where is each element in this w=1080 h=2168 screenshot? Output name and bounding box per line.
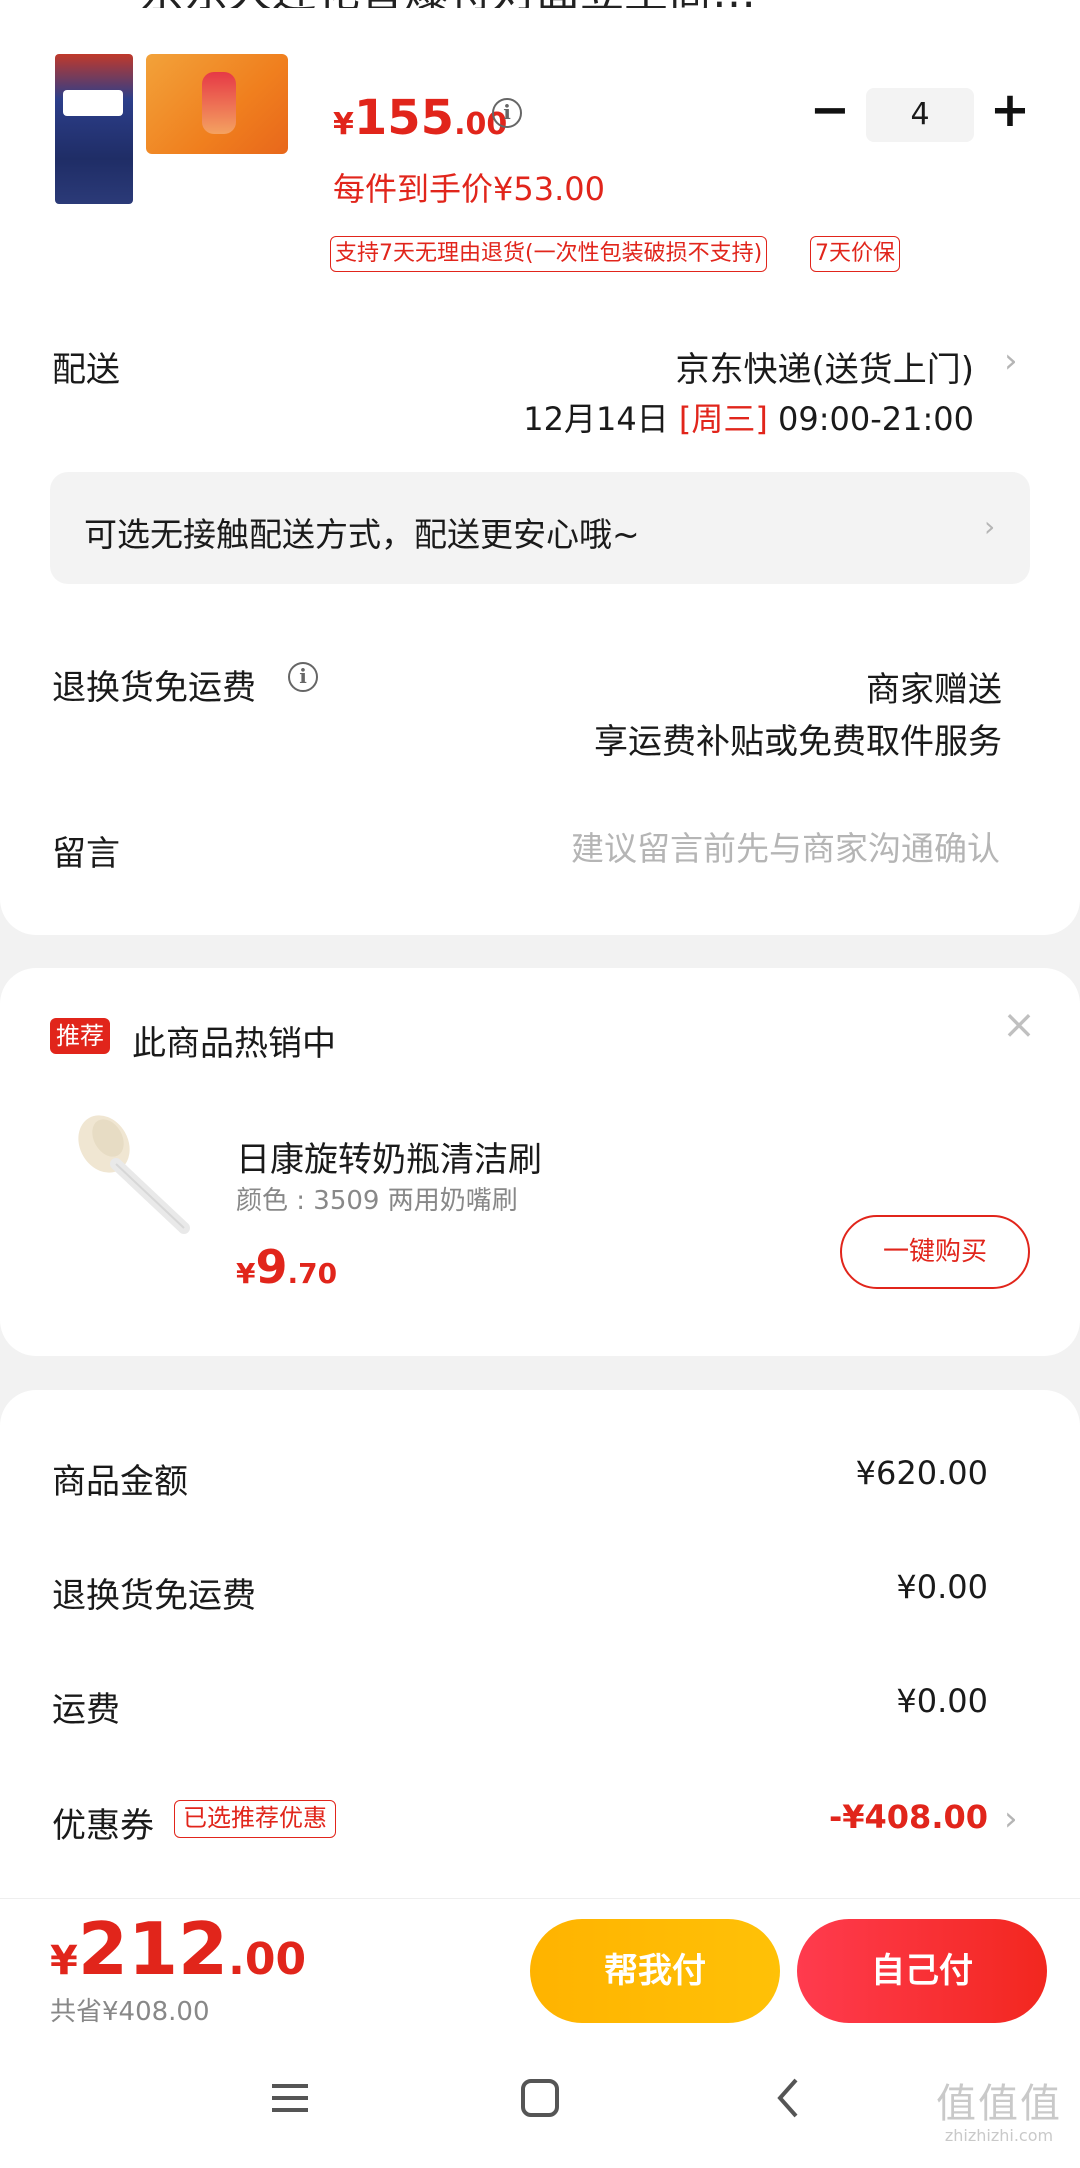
price-decimal: .70 bbox=[287, 1257, 338, 1290]
menu-icon[interactable] bbox=[260, 2068, 320, 2128]
coupon-value[interactable]: -¥408.00 bbox=[829, 1798, 988, 1836]
contactless-delivery-option[interactable]: 可选无接触配送方式，配送更安心哦~ › bbox=[50, 472, 1030, 584]
return-policy-tag: 支持7天无理由退货(一次性包装破损不支持) bbox=[330, 236, 768, 272]
unit-price: 每件到手价¥53.00 bbox=[333, 170, 605, 208]
price-info-icon[interactable]: i bbox=[492, 98, 522, 128]
system-nav-bar bbox=[0, 2038, 1080, 2168]
recommend-product-image[interactable] bbox=[68, 1108, 208, 1238]
return-shipping-desc: 享运费补贴或免费取件服务 bbox=[594, 722, 1002, 762]
chevron-right-icon[interactable]: › bbox=[1004, 1802, 1026, 1836]
total-price: ¥212.00 bbox=[50, 1907, 306, 1991]
return-shipping-info-icon[interactable]: i bbox=[288, 662, 318, 692]
popsicle-graphic bbox=[202, 72, 236, 134]
quantity-increase-button[interactable]: + bbox=[988, 86, 1032, 134]
order-card: ‹ 京东大连花音爆特对面立至商… ¥155.00 i − 4 + 每件到手价¥5… bbox=[0, 0, 1080, 935]
recommend-title: 此商品热销中 bbox=[132, 1024, 336, 1064]
recommend-item-price: ¥9.70 bbox=[236, 1240, 337, 1294]
total-integer: 212 bbox=[77, 1907, 229, 1991]
coupon-tag: 已选推荐优惠 bbox=[174, 1800, 336, 1838]
watermark-url: zhizhizhi.com bbox=[944, 2126, 1054, 2145]
product-price: ¥155.00 bbox=[333, 90, 507, 146]
contactless-text: 可选无接触配送方式，配送更安心哦~ bbox=[84, 515, 640, 554]
saved-amount: 共省¥408.00 bbox=[50, 1997, 210, 2027]
help-pay-button[interactable]: 帮我付 bbox=[530, 1919, 780, 2023]
return-shipping-label: 退换货免运费 bbox=[52, 668, 256, 708]
quantity-decrease-button[interactable]: − bbox=[808, 86, 852, 134]
header: ‹ 京东大连花音爆特对面立至商… bbox=[0, 0, 1080, 8]
promo-badge bbox=[63, 90, 123, 116]
delivery-method[interactable]: 京东快递(送货上门) bbox=[675, 342, 974, 391]
watermark-text: 值值值 bbox=[936, 2081, 1062, 2127]
delivery-time-range: 09:00-21:00 bbox=[778, 400, 974, 438]
product-image-promo[interactable] bbox=[55, 54, 133, 204]
recommend-item-name[interactable]: 日康旋转奶瓶清洁刷 bbox=[236, 1132, 542, 1181]
close-icon[interactable]: × bbox=[1002, 1005, 1036, 1045]
quick-buy-button[interactable]: 一键购买 bbox=[840, 1215, 1030, 1289]
price-integer: 155 bbox=[353, 90, 455, 146]
recommend-badge: 推荐 bbox=[50, 1018, 110, 1054]
total-decimal: .00 bbox=[228, 1934, 307, 1985]
price-protect-tag: 7天价保 bbox=[810, 236, 900, 272]
price-integer: 9 bbox=[255, 1240, 288, 1294]
summary-label: 商品金额 bbox=[52, 1462, 188, 1502]
summary-label: 退换货免运费 bbox=[52, 1576, 256, 1616]
price-summary-card: 商品金额 ¥620.00 退换货免运费 ¥0.00 运费 ¥0.00 优惠券 已… bbox=[0, 1390, 1080, 1950]
watermark-logo: 值值值 zhizhizhi.com bbox=[924, 2082, 1074, 2152]
chevron-left-icon[interactable]: ‹ bbox=[46, 0, 64, 7]
order-confirm-page: ‹ 京东大连花音爆特对面立至商… ¥155.00 i − 4 + 每件到手价¥5… bbox=[0, 0, 1080, 2168]
chevron-right-icon[interactable]: › bbox=[1004, 344, 1026, 378]
pay-bar: ¥212.00 共省¥408.00 帮我付 自己付 bbox=[0, 1898, 1080, 2038]
coupon-label: 优惠券 bbox=[52, 1806, 154, 1846]
recommend-item-spec: 颜色 : 3509 两用奶嘴刷 bbox=[236, 1186, 518, 1216]
quantity-input[interactable]: 4 bbox=[866, 88, 974, 142]
return-shipping-provider: 商家赠送 bbox=[866, 670, 1002, 710]
store-title: 京东大连花音爆特对面立至商… bbox=[140, 0, 756, 8]
message-label: 留言 bbox=[52, 834, 120, 874]
price-currency: ¥ bbox=[333, 107, 354, 142]
total-currency: ¥ bbox=[50, 1938, 78, 1984]
home-icon[interactable] bbox=[510, 2068, 570, 2128]
summary-value: ¥0.00 bbox=[896, 1568, 988, 1606]
price-currency: ¥ bbox=[236, 1257, 256, 1290]
delivery-time[interactable]: 12月14日 [周三] 09:00-21:00 bbox=[523, 394, 974, 440]
summary-value: ¥0.00 bbox=[896, 1682, 988, 1720]
product-image[interactable] bbox=[146, 54, 288, 154]
message-input[interactable] bbox=[440, 826, 1000, 870]
back-icon[interactable] bbox=[760, 2068, 820, 2128]
self-pay-button[interactable]: 自己付 bbox=[797, 1919, 1047, 2023]
delivery-date: 12月14日 bbox=[523, 400, 669, 438]
delivery-label: 配送 bbox=[52, 350, 120, 390]
delivery-weekday: [周三] bbox=[678, 400, 768, 438]
chevron-right-icon: › bbox=[984, 510, 996, 543]
recommend-card: 推荐 此商品热销中 × 日康旋转奶瓶清洁刷 颜色 : 3509 两用奶嘴刷 ¥9… bbox=[0, 968, 1080, 1356]
summary-value: ¥620.00 bbox=[855, 1454, 988, 1492]
summary-label: 运费 bbox=[52, 1690, 120, 1730]
